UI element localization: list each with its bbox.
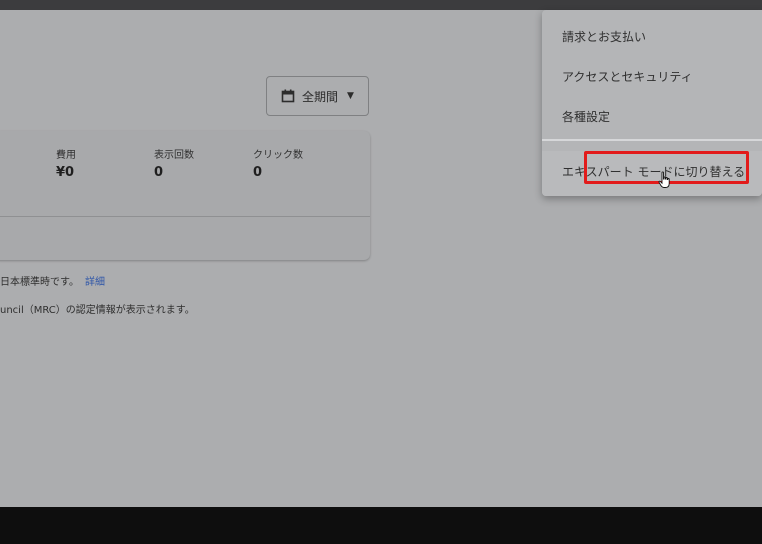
bottom-black-bar bbox=[0, 507, 762, 544]
menu-item-settings[interactable]: 各種設定 bbox=[562, 108, 610, 125]
metric-impressions-value: 0 bbox=[154, 165, 164, 180]
metric-impressions: 表示回数 0 bbox=[154, 146, 194, 180]
metric-cost-label: 費用 bbox=[56, 150, 76, 161]
details-link[interactable]: 詳細 bbox=[85, 277, 105, 288]
hand-pointer-icon bbox=[658, 171, 670, 188]
menu-item-access-security[interactable]: アクセスとセキュリティ bbox=[562, 68, 693, 85]
metric-clicks: クリック数 0 bbox=[253, 146, 303, 180]
date-range-button[interactable]: 全期間 ▼ bbox=[266, 76, 369, 116]
browser-top-strip bbox=[0, 0, 762, 10]
metric-clicks-label: クリック数 bbox=[253, 150, 303, 161]
metric-clicks-value: 0 bbox=[253, 165, 263, 180]
timezone-note: 日本標準時です。 詳細 bbox=[0, 273, 105, 288]
metric-cost: 費用 ¥0 bbox=[56, 146, 76, 180]
menu-item-billing[interactable]: 請求とお支払い bbox=[562, 28, 646, 45]
calendar-icon bbox=[281, 89, 295, 103]
timezone-text: 日本標準時です。 bbox=[0, 277, 79, 288]
menu-separator bbox=[542, 139, 762, 141]
card-divider bbox=[0, 216, 370, 217]
metric-cost-value: ¥0 bbox=[56, 165, 75, 180]
metric-impressions-label: 表示回数 bbox=[154, 150, 194, 161]
mrc-note: uncil（MRC）の認定情報が表示されます。 bbox=[0, 305, 195, 316]
stats-card: 費用 ¥0 表示回数 0 クリック数 0 bbox=[0, 131, 370, 260]
caret-down-icon: ▼ bbox=[347, 91, 354, 101]
date-range-label: 全期間 bbox=[302, 89, 339, 104]
